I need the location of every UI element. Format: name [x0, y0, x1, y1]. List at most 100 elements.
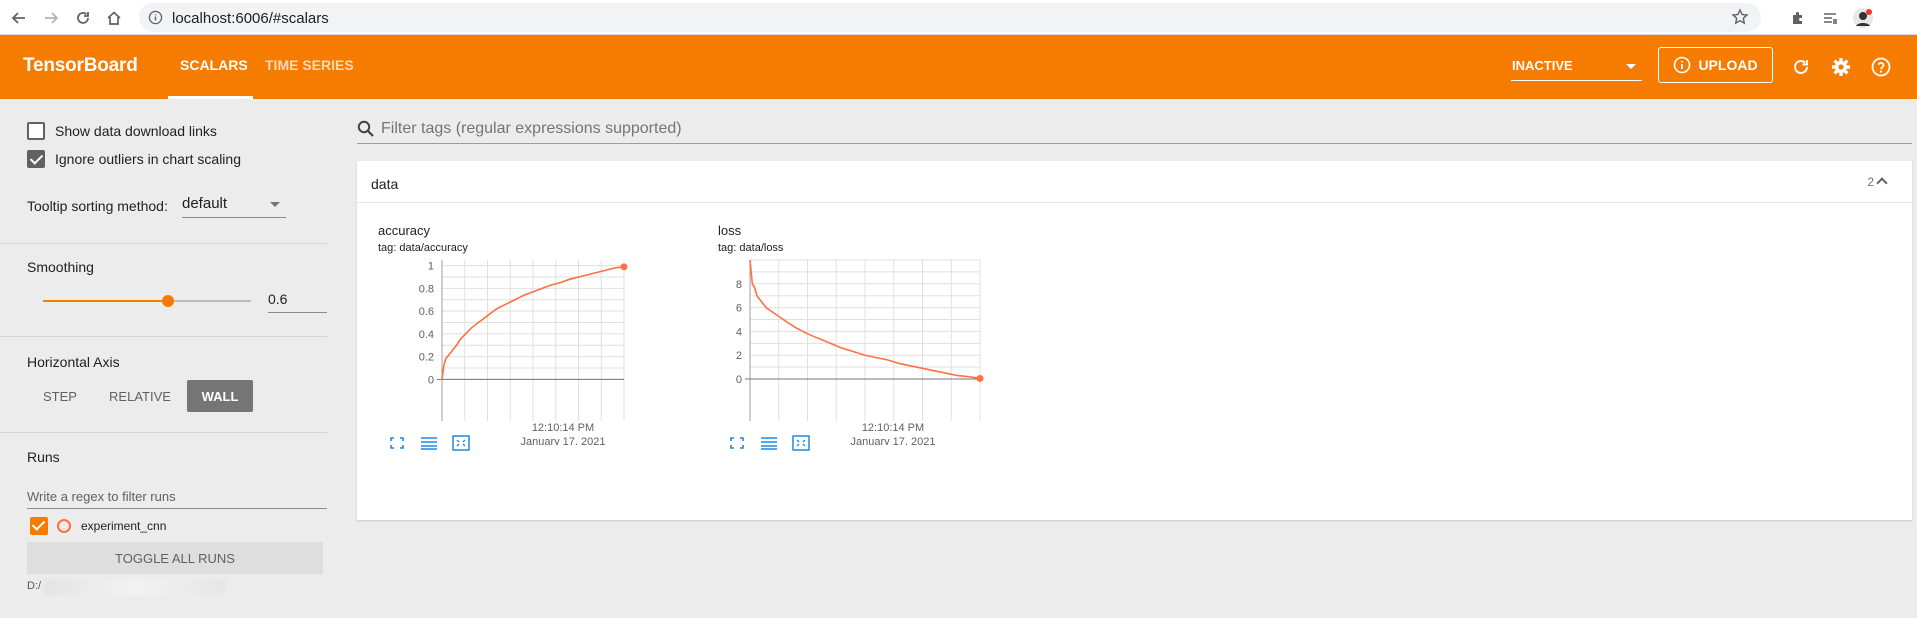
- slider-thumb[interactable]: [161, 295, 174, 307]
- show-download-links-option[interactable]: Show data download links: [27, 122, 217, 140]
- reload-icon: [77, 12, 89, 24]
- upload-button[interactable]: UPLOAD: [1658, 47, 1773, 83]
- toggle-log-scale-icon[interactable]: [419, 434, 439, 452]
- y-tick-label: 2: [736, 350, 742, 362]
- chart-title: loss: [718, 223, 742, 238]
- caret-down-icon: [1626, 64, 1636, 69]
- reading-list-button[interactable]: [1818, 6, 1842, 30]
- info-circle-icon: [1674, 56, 1691, 74]
- x-tick-label: 12:10:14 PM: [532, 422, 594, 434]
- chart-title: accuracy: [378, 223, 431, 238]
- forward-button[interactable]: [38, 5, 64, 31]
- runs-filter-placeholder: Write a regex to filter runs: [27, 489, 176, 504]
- y-tick-label: 0.4: [419, 329, 434, 341]
- sidebar: Show data download links Ignore outliers…: [0, 99, 340, 618]
- divider: [0, 243, 327, 244]
- smoothing-slider[interactable]: [43, 295, 251, 307]
- chart-tag: tag: data/loss: [718, 242, 784, 254]
- ignore-outliers-checkbox[interactable]: [27, 150, 45, 168]
- run-status-value: INACTIVE: [1512, 58, 1573, 73]
- run-status-dropdown[interactable]: INACTIVE: [1511, 55, 1642, 81]
- y-tick-label: 8: [736, 279, 742, 291]
- browser-toolbar: localhost:6006/#scalars: [0, 0, 1917, 35]
- tab-time-series[interactable]: TIME SERIES: [265, 57, 354, 73]
- fullscreen-icon[interactable]: [387, 434, 407, 452]
- chart-tag: tag: data/accuracy: [378, 242, 468, 254]
- runs-label: Runs: [27, 449, 60, 465]
- ignore-outliers-label: Ignore outliers in chart scaling: [55, 151, 241, 167]
- back-button[interactable]: [6, 5, 32, 31]
- search-icon: [357, 120, 374, 137]
- slider-fill: [43, 300, 168, 302]
- arrow-left-icon: [11, 12, 25, 24]
- fit-domain-icon[interactable]: [791, 434, 811, 452]
- avatar-icon: [1853, 8, 1873, 28]
- settings-button[interactable]: [1829, 55, 1853, 79]
- puzzle-icon: [1793, 12, 1802, 24]
- y-tick-label: 0.8: [419, 283, 434, 295]
- horizontal-axis-label: Horizontal Axis: [27, 354, 120, 370]
- upload-label: UPLOAD: [1698, 57, 1758, 73]
- y-tick-label: 0: [428, 374, 434, 386]
- runs-filter-input[interactable]: Write a regex to filter runs: [27, 483, 327, 509]
- toggle-all-runs-button[interactable]: TOGGLE ALL RUNS: [27, 542, 323, 574]
- help-button[interactable]: [1869, 55, 1893, 79]
- tag-filter-placeholder: Filter tags (regular expressions support…: [381, 120, 682, 137]
- tooltip-sort-label: Tooltip sorting method:: [27, 198, 168, 214]
- run-path-prefix: D:/: [27, 580, 42, 592]
- axis-wall-button[interactable]: WALL: [187, 380, 253, 412]
- smoothing-label: Smoothing: [27, 259, 94, 275]
- caret-down-icon: [270, 202, 280, 207]
- extensions-button[interactable]: [1786, 6, 1810, 30]
- chevron-up-icon[interactable]: [1876, 177, 1888, 189]
- profile-avatar[interactable]: [1851, 6, 1875, 30]
- divider: [0, 336, 327, 337]
- tab-scalars[interactable]: SCALARS: [180, 57, 248, 73]
- axis-step-button[interactable]: STEP: [27, 380, 93, 412]
- tag-group-count: 2: [1867, 175, 1874, 189]
- axis-relative-button[interactable]: RELATIVE: [100, 380, 180, 412]
- home-button[interactable]: [101, 5, 127, 31]
- show-download-links-label: Show data download links: [55, 123, 217, 139]
- fit-domain-icon[interactable]: [451, 434, 471, 452]
- y-tick-label: 0.2: [419, 352, 434, 364]
- y-tick-label: 4: [736, 326, 742, 338]
- show-download-links-checkbox[interactable]: [27, 122, 45, 140]
- x-date-label: January 17, 2021: [850, 436, 935, 445]
- app-title: TensorBoard: [23, 55, 138, 76]
- tooltip-sort-value: default: [182, 195, 228, 212]
- loss-chart[interactable]: 12:10:14 PM January 17, 2021 0 2 4 6 8: [718, 255, 1048, 445]
- refresh-button[interactable]: [1789, 55, 1813, 79]
- home-icon: [107, 11, 121, 25]
- toggle-log-scale-icon[interactable]: [759, 434, 779, 452]
- y-tick-label: 0: [736, 374, 742, 386]
- reading-list-icon: [1824, 13, 1837, 24]
- address-bar[interactable]: localhost:6006/#scalars: [139, 3, 1761, 32]
- tooltip-sort-select[interactable]: default: [182, 192, 286, 218]
- last-point-marker: [976, 374, 984, 382]
- divider: [0, 432, 327, 433]
- info-icon[interactable]: [148, 10, 163, 25]
- help-icon: [1871, 57, 1891, 77]
- redacted-run-path: [44, 579, 226, 595]
- tag-group-title: data: [371, 176, 399, 192]
- x-tick-label: 12:10:14 PM: [862, 422, 924, 434]
- app-header: TensorBoard SCALARS TIME SERIES INACTIVE…: [0, 35, 1917, 99]
- url-text: localhost:6006/#scalars: [172, 10, 329, 27]
- ignore-outliers-option[interactable]: Ignore outliers in chart scaling: [27, 150, 241, 168]
- run-checkbox[interactable]: [30, 517, 48, 535]
- run-color-swatch[interactable]: [57, 519, 71, 533]
- reload-button[interactable]: [70, 5, 96, 31]
- accuracy-chart[interactable]: 12:10:14 PM January 17, 2021 0 0.2 0.4 0.6 0…: [378, 255, 708, 445]
- tag-filter-input[interactable]: Filter tags (regular expressions support…: [357, 117, 1912, 144]
- y-tick-label: 0.6: [419, 306, 434, 318]
- run-name: experiment_cnn: [81, 519, 167, 533]
- tag-group-header[interactable]: data 2: [357, 161, 1912, 203]
- y-tick-label: 1: [428, 261, 434, 273]
- refresh-icon: [1794, 60, 1808, 74]
- smoothing-input[interactable]: 0.6: [268, 287, 327, 313]
- fullscreen-icon[interactable]: [727, 434, 747, 452]
- last-point-marker: [620, 263, 628, 271]
- bookmark-star-icon[interactable]: [1731, 8, 1749, 26]
- x-date-label: January 17, 2021: [520, 436, 605, 445]
